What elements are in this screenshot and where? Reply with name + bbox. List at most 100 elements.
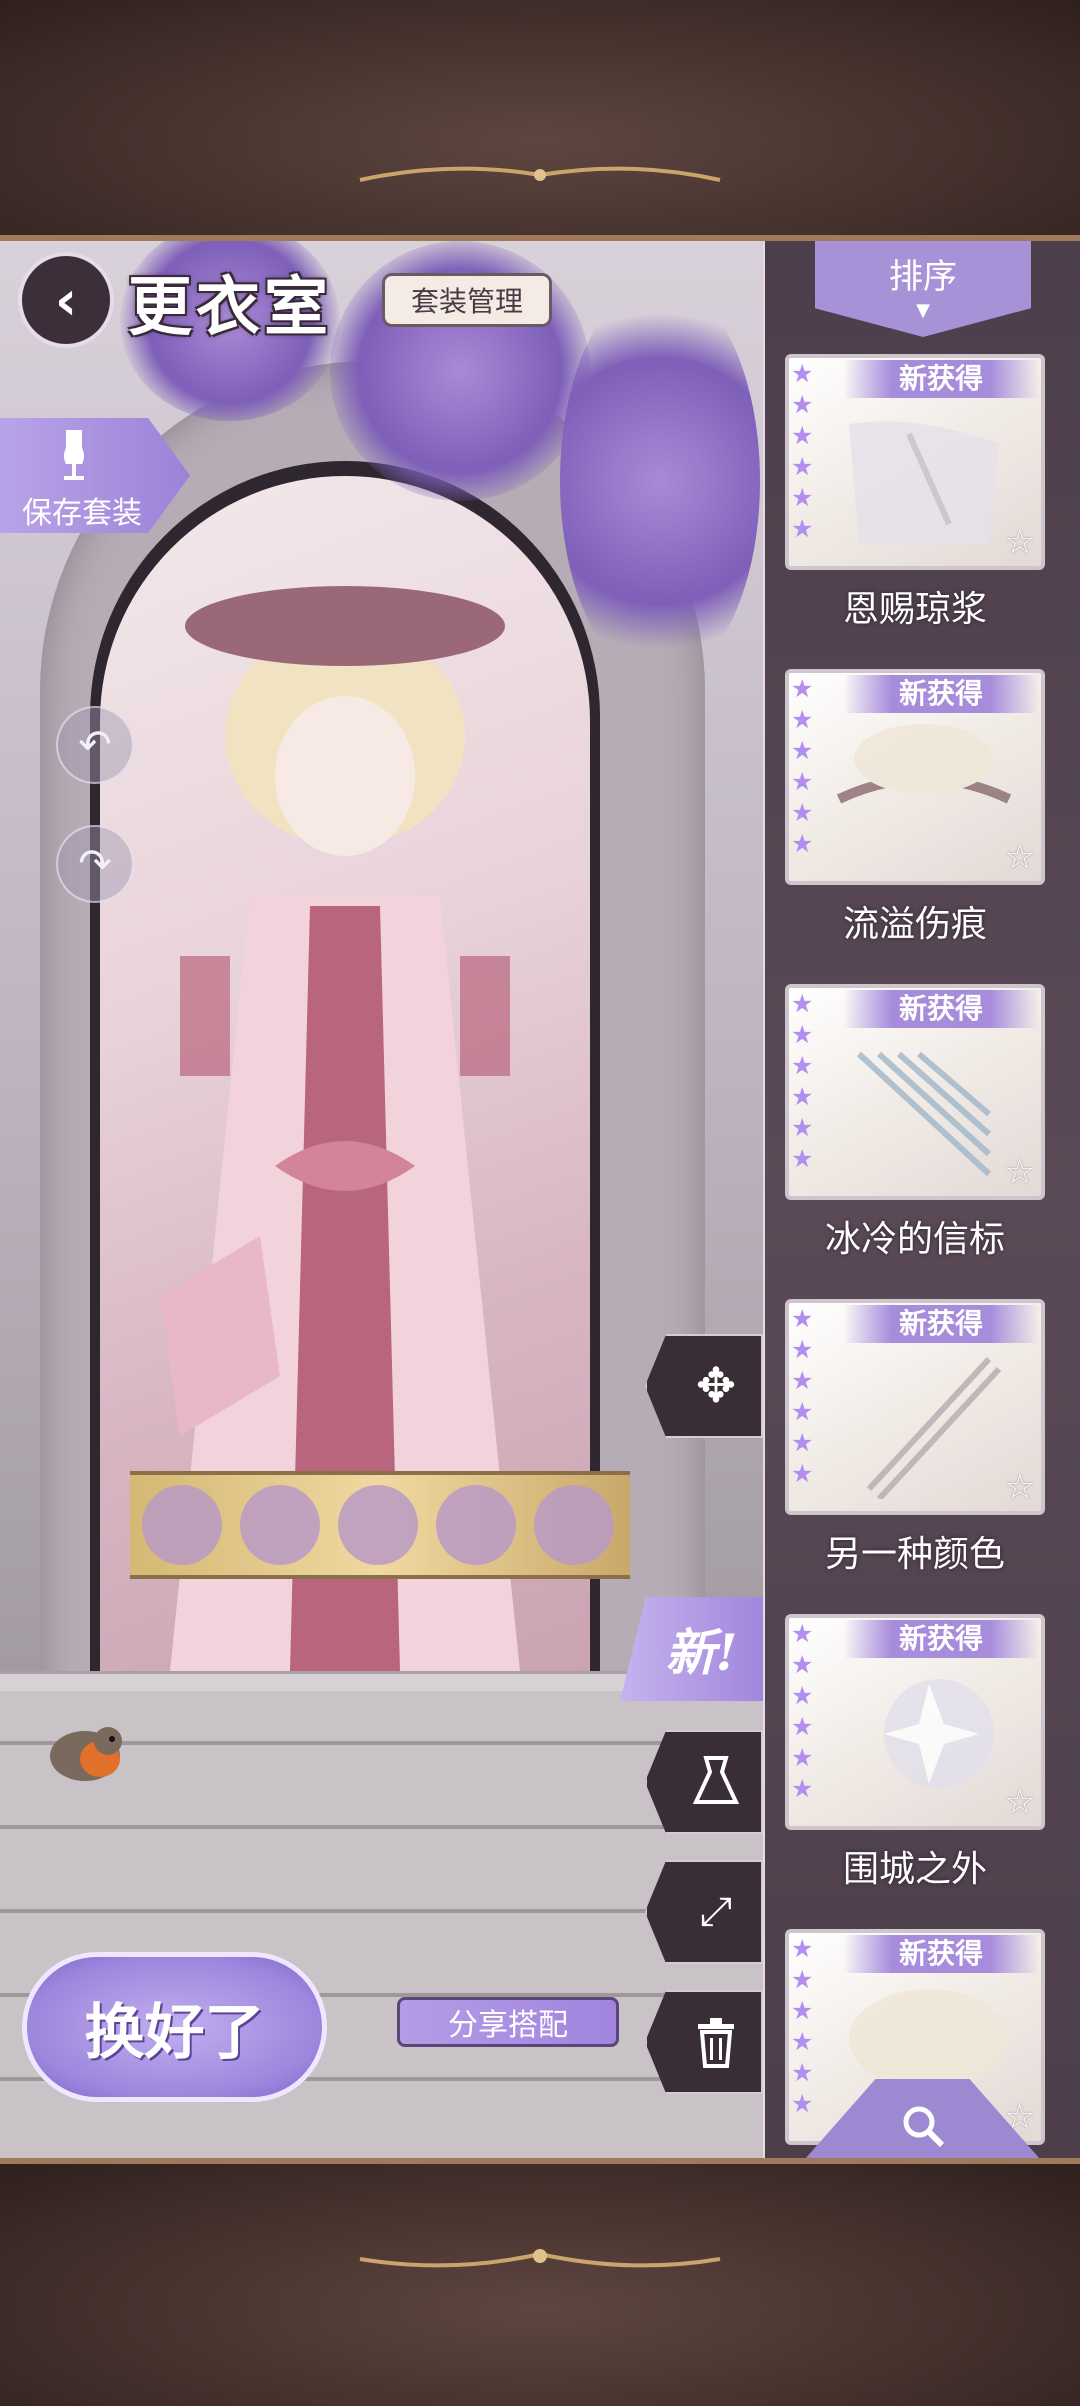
favorite-star-icon[interactable]: ☆ bbox=[1005, 1152, 1035, 1192]
item-card[interactable]: ★ ★ ★ ★ ★ ★ 新获得 ☆ 冰冷的信标 bbox=[785, 984, 1045, 1260]
new-badge: 新获得 bbox=[843, 360, 1039, 398]
new-badge: 新获得 bbox=[843, 1935, 1039, 1973]
undo-icon: ↶ bbox=[78, 722, 112, 768]
item-art bbox=[856, 1051, 992, 1177]
item-name: 围城之外 bbox=[842, 1849, 987, 1890]
chevron-left-icon: ‹ bbox=[54, 268, 78, 332]
move-tool-button[interactable]: ✥ bbox=[645, 1334, 763, 1438]
item-name: 冰冷的信标 bbox=[824, 1219, 1005, 1260]
rarity-stars: ★ ★ ★ ★ ★ ★ bbox=[791, 988, 821, 1174]
item-art bbox=[836, 724, 1012, 804]
item-card[interactable]: ★ ★ ★ ★ ★ ★ 新获得 ☆ 恩赐琼浆 bbox=[785, 354, 1045, 630]
save-suit-label: 保存套装 bbox=[22, 496, 142, 531]
delete-tool-button[interactable] bbox=[645, 1990, 763, 2094]
rarity-star-icon: ★ bbox=[791, 1743, 814, 1772]
rarity-star-icon: ★ bbox=[791, 1335, 814, 1364]
rarity-star-icon: ★ bbox=[791, 767, 814, 796]
rarity-star-icon: ★ bbox=[791, 1965, 814, 1994]
rarity-star-icon: ★ bbox=[791, 1113, 814, 1142]
triangle-down-icon: ▼ bbox=[916, 300, 930, 321]
new-badge: 新获得 bbox=[843, 675, 1039, 713]
rarity-star-icon: ★ bbox=[791, 1774, 814, 1803]
page-title: 更衣室 bbox=[128, 270, 332, 345]
rarity-star-icon: ★ bbox=[791, 798, 814, 827]
item-name: 恩赐琼浆 bbox=[842, 589, 987, 630]
rarity-star-icon: ★ bbox=[791, 1619, 814, 1648]
rarity-star-icon: ★ bbox=[791, 359, 814, 388]
rarity-stars: ★ ★ ★ ★ ★ ★ bbox=[791, 1933, 821, 2119]
new-badge: 新获得 bbox=[843, 990, 1039, 1028]
rarity-star-icon: ★ bbox=[791, 1082, 814, 1111]
rarity-star-icon: ★ bbox=[791, 2089, 814, 2118]
outfit-tool-button[interactable] bbox=[645, 1730, 763, 1834]
search-icon bbox=[903, 2106, 944, 2148]
sort-button[interactable]: 排序 ▼ bbox=[815, 241, 1031, 337]
favorite-star-icon[interactable]: ☆ bbox=[1005, 522, 1035, 562]
new-badge: 新获得 bbox=[843, 1620, 1039, 1658]
undo-button[interactable]: ↶ bbox=[56, 706, 134, 784]
redo-button[interactable]: ↷ bbox=[56, 825, 134, 903]
item-card[interactable]: ★ ★ ★ ★ ★ ★ 新获得 ☆ 围城之外 bbox=[785, 1614, 1045, 1890]
favorite-star-icon[interactable]: ☆ bbox=[1005, 837, 1035, 877]
sort-label: 排序 bbox=[889, 257, 957, 297]
trash-icon bbox=[698, 2018, 734, 2068]
rarity-star-icon: ★ bbox=[791, 421, 814, 450]
rarity-stars: ★ ★ ★ ★ ★ ★ bbox=[791, 358, 821, 544]
dress-icon bbox=[692, 1756, 740, 1804]
rarity-star-icon: ★ bbox=[791, 483, 814, 512]
rarity-star-icon: ★ bbox=[791, 736, 814, 765]
item-sidebar: 排序 ▼ ★ ★ ★ ★ ★ ★ 新获得 ☆ 恩赐琼浆 ★ ★ ★ ★ ★ ★ 新获得 ☆ 流溢伤痕 ★ ★ ★ ★ ★ ★ 新… bbox=[765, 241, 1080, 2158]
item-art bbox=[866, 1356, 1002, 1499]
move-icon: ✥ bbox=[695, 1358, 737, 1414]
rarity-star-icon: ★ bbox=[791, 1397, 814, 1426]
rarity-star-icon: ★ bbox=[791, 705, 814, 734]
rarity-star-icon: ★ bbox=[791, 452, 814, 481]
bottom-ornament-frame bbox=[0, 2158, 1080, 2406]
rarity-star-icon: ★ bbox=[791, 390, 814, 419]
flower-planter bbox=[130, 1471, 630, 1579]
item-card[interactable]: ★ ★ ★ ★ ★ ★ 新获得 ☆ 流溢伤痕 bbox=[785, 669, 1045, 945]
item-name: 流溢伤痕 bbox=[842, 904, 987, 945]
favorite-star-icon[interactable]: ☆ bbox=[1005, 1782, 1035, 1822]
rarity-star-icon: ★ bbox=[791, 1020, 814, 1049]
rarity-star-icon: ★ bbox=[791, 1304, 814, 1333]
rarity-star-icon: ★ bbox=[791, 2058, 814, 2087]
rarity-star-icon: ★ bbox=[791, 989, 814, 1018]
done-button[interactable]: 换好了 bbox=[22, 1952, 327, 2102]
rarity-stars: ★ ★ ★ ★ ★ ★ bbox=[791, 673, 821, 859]
ornament-icon bbox=[359, 166, 721, 182]
share-outfit-button[interactable]: 分享搭配 bbox=[397, 1997, 619, 2047]
item-name: 另一种颜色 bbox=[824, 1534, 1005, 1575]
fullscreen-icon: ⤢ bbox=[700, 1889, 732, 1935]
wisteria-decoration bbox=[560, 281, 760, 681]
favorite-star-icon[interactable]: ☆ bbox=[1005, 1467, 1035, 1507]
rarity-star-icon: ★ bbox=[791, 514, 814, 543]
new-badge: 新获得 bbox=[843, 1305, 1039, 1343]
rarity-star-icon: ★ bbox=[791, 1934, 814, 1963]
rarity-star-icon: ★ bbox=[791, 829, 814, 858]
rarity-star-icon: ★ bbox=[791, 1712, 814, 1741]
rarity-star-icon: ★ bbox=[791, 1459, 814, 1488]
rarity-star-icon: ★ bbox=[791, 1996, 814, 2025]
rarity-star-icon: ★ bbox=[791, 674, 814, 703]
rarity-star-icon: ★ bbox=[791, 1051, 814, 1080]
suit-management-button[interactable]: 套装管理 bbox=[382, 273, 552, 327]
rarity-stars: ★ ★ ★ ★ ★ ★ bbox=[791, 1618, 821, 1804]
rarity-star-icon: ★ bbox=[791, 2027, 814, 2056]
rarity-star-icon: ★ bbox=[791, 1366, 814, 1395]
item-art bbox=[849, 421, 999, 544]
redo-icon: ↷ bbox=[78, 841, 112, 887]
top-ornament-frame bbox=[0, 0, 1080, 241]
mannequin-save-icon bbox=[64, 430, 84, 480]
back-button[interactable]: ‹ bbox=[18, 252, 114, 348]
rarity-star-icon: ★ bbox=[791, 1681, 814, 1710]
item-card[interactable]: ★ ★ ★ ★ ★ ★ 新获得 ☆ 另一种颜色 bbox=[785, 1299, 1045, 1575]
robin-bird-icon bbox=[50, 1727, 122, 1781]
item-art bbox=[884, 1679, 994, 1789]
rarity-stars: ★ ★ ★ ★ ★ ★ bbox=[791, 1303, 821, 1489]
rarity-star-icon: ★ bbox=[791, 1650, 814, 1679]
rarity-star-icon: ★ bbox=[791, 1428, 814, 1457]
ornament-icon bbox=[359, 2249, 721, 2268]
fullscreen-tool-button[interactable]: ⤢ bbox=[645, 1860, 763, 1964]
rarity-star-icon: ★ bbox=[791, 1144, 814, 1173]
